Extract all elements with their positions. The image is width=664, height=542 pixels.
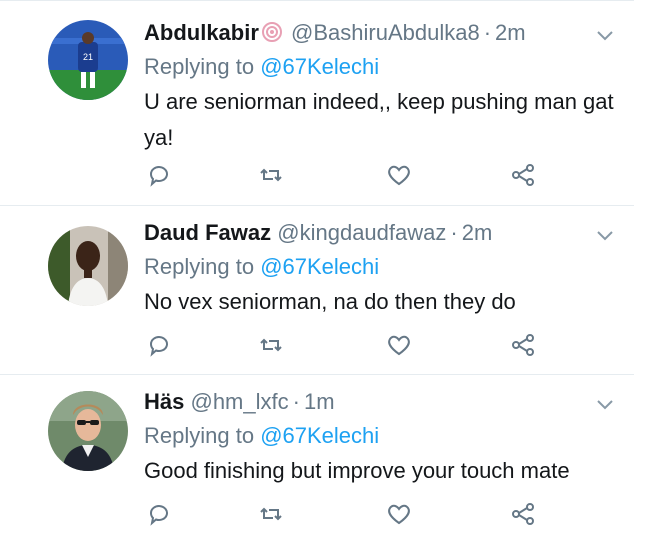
share-icon[interactable]: [508, 160, 538, 190]
replying-label: Replying to: [144, 54, 255, 79]
reply-icon[interactable]: [144, 160, 174, 190]
mention-link[interactable]: @67Kelechi: [260, 254, 379, 279]
avatar[interactable]: [48, 391, 128, 471]
heart-icon[interactable]: [384, 330, 414, 360]
chevron-down-icon[interactable]: [594, 393, 616, 415]
handle[interactable]: @hm_lxfc: [190, 389, 288, 414]
tweet-header: Abdulkabir @BashiruAbdulka8 · 2m: [144, 20, 526, 54]
display-name[interactable]: Häs: [144, 389, 184, 414]
flower-emoji-icon: [261, 21, 283, 49]
heart-icon[interactable]: [384, 499, 414, 529]
tweet-actions: [144, 330, 604, 360]
tweet[interactable]: Daud Fawaz @kingdaudfawaz · 2m Replying to…: [0, 206, 664, 373]
timestamp[interactable]: 1m: [304, 389, 335, 414]
tweet-actions: [144, 499, 604, 529]
display-name[interactable]: Daud Fawaz: [144, 220, 271, 245]
retweet-icon[interactable]: [256, 160, 286, 190]
retweet-icon[interactable]: [256, 499, 286, 529]
separator: ·: [292, 389, 300, 414]
tweet-text: U are seniorman indeed,, keep pushing ma…: [144, 89, 614, 150]
replying-to: Replying to @67Kelechi: [144, 254, 379, 280]
replying-label: Replying to: [144, 254, 255, 279]
avatar[interactable]: [48, 226, 128, 306]
retweet-icon[interactable]: [256, 330, 286, 360]
tweet-header: Daud Fawaz @kingdaudfawaz · 2m: [144, 220, 492, 254]
avatar[interactable]: 21: [48, 20, 128, 100]
tweet-feed: 21 Abdulkabir @BashiruAbdulka8 · 2m Replyi…: [0, 0, 664, 542]
tweet[interactable]: 21 Abdulkabir @BashiruAbdulka8 · 2m Replyi…: [0, 0, 664, 204]
share-icon[interactable]: [508, 330, 538, 360]
reply-icon[interactable]: [144, 330, 174, 360]
chevron-down-icon[interactable]: [594, 224, 616, 246]
reply-icon[interactable]: [144, 499, 174, 529]
tweet-text: No vex seniorman, na do then they do: [144, 289, 516, 314]
tweet-text: Good finishing but improve your touch ma…: [144, 458, 570, 483]
tweet-header: Häs @hm_lxfc · 1m: [144, 389, 335, 423]
mention-link[interactable]: @67Kelechi: [260, 54, 379, 79]
separator: ·: [483, 20, 492, 45]
tweet[interactable]: Häs @hm_lxfc · 1m Replying to @67Kelechi G…: [0, 375, 664, 542]
tweet-actions: [144, 160, 604, 190]
svg-text:21: 21: [83, 52, 93, 62]
handle[interactable]: @BashiruAbdulka8: [291, 20, 480, 45]
timestamp[interactable]: 2m: [462, 220, 493, 245]
heart-icon[interactable]: [384, 160, 414, 190]
replying-label: Replying to: [144, 423, 255, 448]
chevron-down-icon[interactable]: [594, 24, 616, 46]
separator: ·: [450, 220, 458, 245]
handle[interactable]: @kingdaudfawaz: [277, 220, 446, 245]
share-icon[interactable]: [508, 499, 538, 529]
replying-to: Replying to @67Kelechi: [144, 423, 379, 449]
display-name[interactable]: Abdulkabir: [144, 20, 259, 45]
mention-link[interactable]: @67Kelechi: [260, 423, 379, 448]
timestamp[interactable]: 2m: [495, 20, 526, 45]
replying-to: Replying to @67Kelechi: [144, 54, 379, 80]
